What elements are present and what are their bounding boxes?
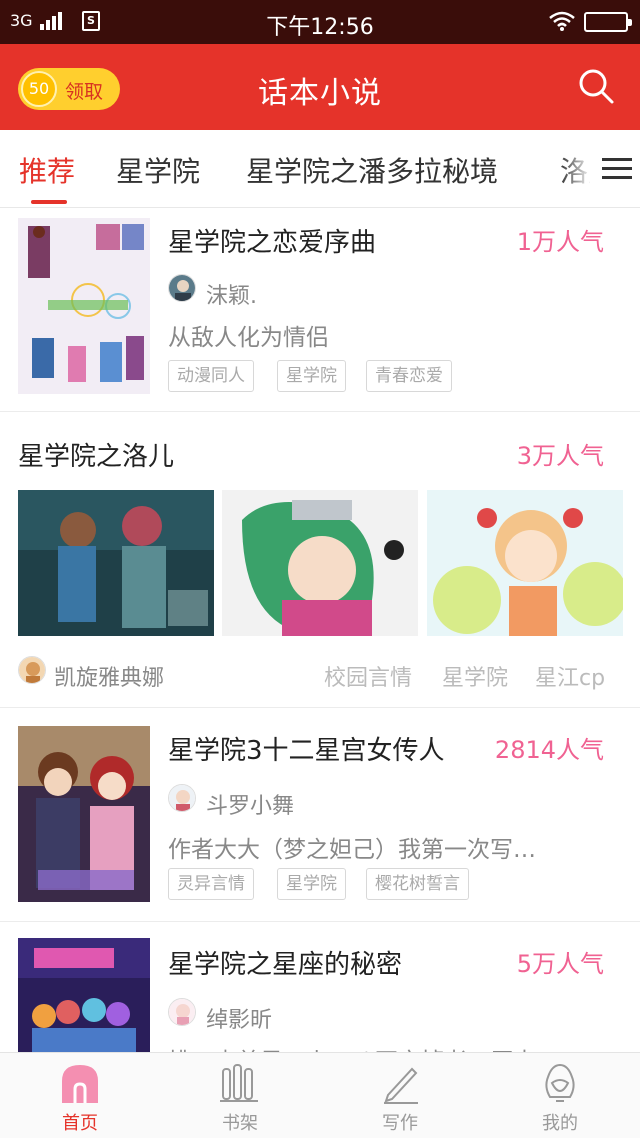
- book-description: 桃、查美是，上二八不完掉者，原吉: [168, 1042, 608, 1052]
- author-avatar[interactable]: [168, 784, 196, 812]
- book-tag[interactable]: 星江cp: [535, 660, 605, 692]
- book-cover[interactable]: [18, 938, 150, 1052]
- nav-home[interactable]: 首页: [0, 1053, 160, 1138]
- book-title[interactable]: 星学院之星座的秘密: [168, 944, 402, 981]
- book-cover[interactable]: [18, 218, 150, 394]
- popularity-count: 5万人气: [516, 950, 604, 978]
- bottom-nav: 首页 书架 写作 我的: [0, 1052, 640, 1138]
- nav-bookshelf[interactable]: 书架: [160, 1053, 320, 1138]
- book-title[interactable]: 星学院3十二星宫女传人: [168, 730, 445, 767]
- app-header: 50 领取 话本小说: [0, 44, 640, 130]
- nav-profile[interactable]: 我的: [480, 1053, 640, 1138]
- novel-card[interactable]: 星学院3十二星宫女传人 2814人气 斗罗小舞 作者大大（梦之妲己）我第一次写……: [0, 708, 640, 922]
- tab-pandora[interactable]: 星学院之潘多拉秘境: [246, 150, 498, 190]
- popularity-count: 1万人气: [516, 228, 604, 256]
- active-tab-indicator: [31, 200, 67, 204]
- nav-label: 写作: [382, 1113, 418, 1134]
- book-tag[interactable]: 星学院: [277, 868, 346, 900]
- book-tag[interactable]: 青春恋爱: [366, 360, 452, 392]
- battery-icon: [584, 12, 632, 32]
- author-name[interactable]: 斗罗小舞: [206, 788, 294, 820]
- search-icon[interactable]: [576, 66, 616, 106]
- popularity-count: 2814人气: [494, 736, 604, 764]
- nav-label: 我的: [542, 1113, 578, 1134]
- status-bar: 3G S 下午12:56: [0, 0, 640, 44]
- pen-icon: [384, 1067, 418, 1104]
- nav-label: 书架: [222, 1113, 258, 1134]
- gallery-image[interactable]: [18, 490, 214, 636]
- popularity-count: 3万人气: [516, 442, 604, 470]
- nav-write[interactable]: 写作: [320, 1053, 480, 1138]
- novel-card[interactable]: 星学院之恋爱序曲 1万人气 沫颖. 从敌人化为情侣 动漫同人 星学院 青春恋爱: [0, 208, 640, 412]
- book-description: 从敌人化为情侣: [168, 325, 329, 351]
- book-title[interactable]: 星学院之恋爱序曲: [168, 222, 376, 259]
- profile-icon: [545, 1063, 575, 1102]
- book-cover[interactable]: [18, 726, 150, 902]
- wifi-icon: [549, 11, 575, 31]
- author-name[interactable]: 绰影昕: [206, 1002, 272, 1034]
- book-tag[interactable]: 灵异言情: [168, 868, 254, 900]
- book-tag[interactable]: 校园言情: [324, 660, 412, 692]
- gallery-image[interactable]: [427, 490, 623, 636]
- gallery-image[interactable]: [222, 490, 418, 636]
- book-description: 作者大大（梦之妲己）我第一次写…: [168, 837, 536, 863]
- author-name[interactable]: 凯旋雅典娜: [54, 660, 164, 692]
- book-title[interactable]: 星学院之洛儿: [18, 436, 174, 473]
- book-tag[interactable]: 樱花树誓言: [366, 868, 469, 900]
- tab-menu-icon[interactable]: [590, 130, 640, 206]
- home-icon: [62, 1065, 98, 1103]
- author-avatar[interactable]: [168, 274, 196, 302]
- nav-label: 首页: [62, 1113, 98, 1134]
- author-avatar[interactable]: [18, 656, 46, 684]
- author-avatar[interactable]: [168, 998, 196, 1026]
- bookshelf-icon: [220, 1064, 258, 1102]
- status-time: 下午12:56: [266, 15, 374, 40]
- author-name[interactable]: 沫颖.: [206, 278, 257, 310]
- book-tag[interactable]: 星学院: [277, 360, 346, 392]
- category-tabs: 推荐 星学院 星学院之潘多拉秘境 洛儿: [0, 130, 640, 208]
- book-tag[interactable]: 动漫同人: [168, 360, 254, 392]
- tab-xingxueyuan[interactable]: 星学院: [116, 150, 200, 190]
- app-title: 话本小说: [258, 76, 382, 111]
- book-tag[interactable]: 星学院: [442, 660, 508, 692]
- novel-card[interactable]: 星学院之洛儿 3万人气 凯旋雅典娜 校园言情 星学院 星江cp: [0, 412, 640, 708]
- novel-card[interactable]: 星学院之星座的秘密 5万人气 绰影昕 桃、查美是，上二八不完掉者，原吉: [0, 922, 640, 1052]
- tab-recommend[interactable]: 推荐: [19, 150, 75, 190]
